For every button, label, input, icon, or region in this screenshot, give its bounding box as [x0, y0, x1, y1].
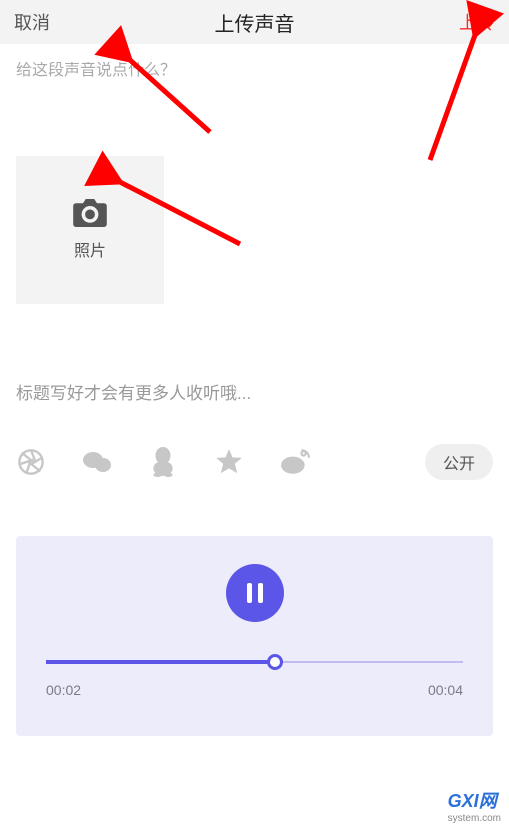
pause-button[interactable]	[226, 564, 284, 622]
share-row: 公开	[16, 444, 493, 480]
track-thumb[interactable]	[267, 654, 283, 670]
photo-label: 照片	[74, 237, 106, 261]
header-bar: 取消 上传声音 上传	[0, 0, 509, 44]
camera-icon	[73, 199, 107, 227]
aperture-icon[interactable]	[16, 447, 46, 477]
add-photo-button[interactable]: 照片	[16, 156, 164, 304]
progress-track[interactable]	[46, 652, 463, 672]
title-input[interactable]	[16, 384, 493, 404]
weibo-icon[interactable]	[280, 447, 310, 477]
body: 照片 公开	[0, 44, 509, 480]
visibility-button[interactable]: 公开	[425, 444, 493, 480]
total-time: 00:04	[428, 682, 463, 698]
upload-button[interactable]: 上传	[459, 9, 495, 35]
pause-icon	[247, 583, 263, 603]
wechat-icon[interactable]	[82, 447, 112, 477]
time-row: 00:02 00:04	[46, 682, 463, 698]
watermark-sub: system.com	[448, 813, 501, 824]
qzone-icon[interactable]	[214, 447, 244, 477]
description-input[interactable]	[16, 62, 493, 80]
track-fill	[46, 660, 275, 664]
watermark: GXI网 system.com	[448, 787, 501, 824]
current-time: 00:02	[46, 682, 81, 698]
watermark-text: GXI网	[448, 791, 497, 811]
cancel-button[interactable]: 取消	[14, 9, 50, 35]
audio-player: 00:02 00:04	[16, 536, 493, 736]
page-title: 上传声音	[215, 8, 295, 37]
qq-icon[interactable]	[148, 447, 178, 477]
title-input-wrap	[16, 384, 493, 404]
